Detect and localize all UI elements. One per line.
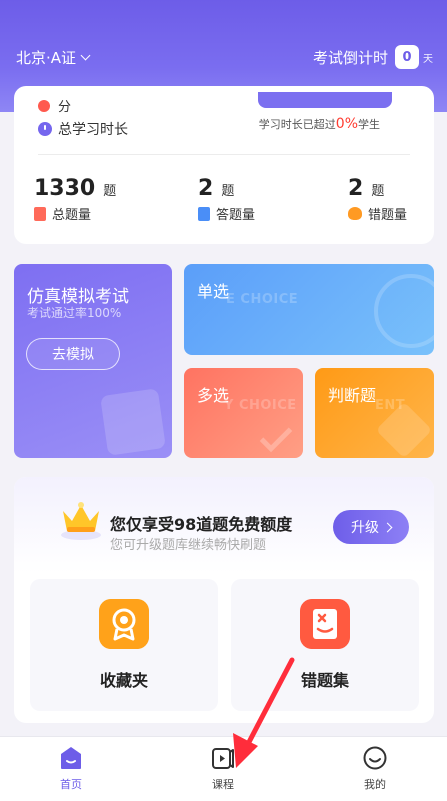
chevron-down-icon [80,50,91,60]
wrong-questions-unit: 题 [371,184,385,199]
list-icon [198,206,210,221]
bottom-tab-bar: 首页 课程 我的 [0,736,447,801]
wrong-questions[interactable]: 2题 错题量 [348,176,407,223]
total-questions-label: 总题量 [52,208,92,223]
exceed-suffix: 学生 [358,118,380,131]
study-time-label: 总学习时长 [58,122,128,138]
header-tab-edge [258,92,392,108]
total-questions-unit: 题 [103,184,117,199]
total-questions[interactable]: 1330 题 总题量 [34,176,116,223]
study-time-exceed: 学习时长已超过0%学生 [259,116,380,132]
true-false-title: 判断题 [328,386,377,405]
upgrade-subtitle: 您可升级题库继续畅快刷题 [110,538,267,553]
wrong-questions-label: 错题集 [300,671,349,690]
exceed-percent: 0% [335,116,358,132]
wrong-questions-value: 2 [348,176,364,201]
crown-icon [61,502,101,540]
tab-course[interactable]: 课程 [188,745,258,792]
tab-home-label: 首页 [60,778,82,791]
multiple-choice-watermark: Y CHOICE [224,398,297,413]
favorites-label: 收藏夹 [99,671,148,690]
tab-mine-label: 我的 [364,778,386,791]
error-icon [348,207,362,220]
chevron-right-icon [382,522,393,532]
study-stats-card: 分 总学习时长 学习时长已超过0%学生 1330 题 总题量 2题 答题量 2题 … [14,86,434,244]
answered-questions-unit: 题 [221,184,235,199]
header-row: 北京·A证 考试倒计时 0 天 [0,42,447,72]
single-choice-tile[interactable]: 单选 E CHOICE [184,264,434,355]
countdown-label: 考试倒计时 [312,48,388,67]
tab-mine[interactable]: 我的 [340,745,410,792]
wrong-questions-label: 错题量 [368,208,408,223]
smile-profile-icon [363,746,387,770]
true-false-tile[interactable]: 判断题 ENT [315,368,434,458]
countdown-days: 0 [395,45,419,69]
favorites-shortcut[interactable]: 收藏夹 [30,579,218,711]
study-time-row: 总学习时长 [38,119,128,139]
answered-questions-value: 2 [198,176,214,201]
multiple-choice-tile[interactable]: 多选 Y CHOICE [184,368,303,458]
exam-countdown: 考试倒计时 0 天 [313,45,433,69]
checkmark-icon [259,419,293,453]
upgrade-button-label: 升级 [351,520,379,536]
book-icon [34,206,46,221]
video-course-icon [212,748,234,769]
tab-course-label: 课程 [212,778,234,791]
location-selector[interactable]: 北京·A证 [16,47,91,68]
simulation-subtitle: 考试通过率100% [27,306,122,320]
status-bar [0,0,447,26]
simulation-exam-tile[interactable]: 仿真模拟考试 考试通过率100% 去模拟 [14,264,172,458]
single-choice-title: 单选 [197,282,230,301]
upgrade-card: 您仅享受98道题免费额度 您可升级题库继续畅快刷题 升级 收藏夹 错题集 [14,477,434,723]
target-icon [374,274,434,348]
upgrade-title: 您仅享受98道题免费额度 [110,515,293,534]
location-label: 北京·A证 [16,48,77,67]
exam-paper-icon [100,388,166,456]
answered-questions[interactable]: 2题 答题量 [198,176,255,223]
divider [38,154,410,155]
mistake-book-icon [300,599,350,649]
score-icon [38,99,50,112]
exceed-prefix: 学习时长已超过 [258,118,336,131]
total-questions-value: 1330 [34,176,96,201]
countdown-unit: 天 [423,53,433,65]
home-icon [61,747,81,769]
single-choice-watermark: E CHOICE [226,292,299,307]
upgrade-button[interactable]: 升级 [333,510,409,544]
score-label: 分 [58,100,72,115]
score-row: 分 [38,96,71,115]
clock-icon [38,122,52,136]
award-icon [99,599,149,649]
answered-questions-label: 答题量 [216,208,256,223]
wrong-questions-shortcut[interactable]: 错题集 [231,579,419,711]
tab-home[interactable]: 首页 [36,745,106,792]
start-simulation-button[interactable]: 去模拟 [26,338,120,370]
